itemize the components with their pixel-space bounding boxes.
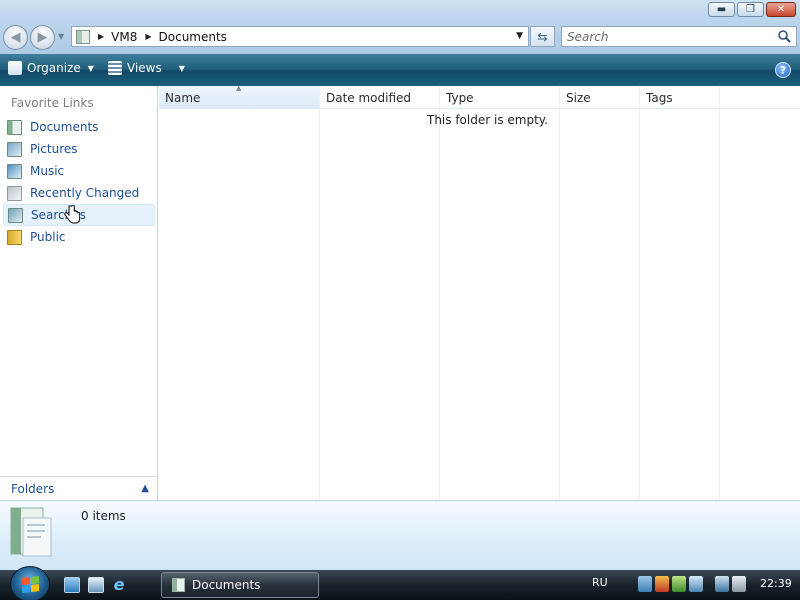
favorite-link-public[interactable]: Public (3, 226, 155, 248)
address-dropdown-icon[interactable]: ▼ (516, 31, 523, 41)
organize-icon (8, 61, 22, 75)
details-pane: 0 items (0, 500, 800, 570)
security-shield-icon[interactable] (655, 576, 669, 592)
column-tags: Tags (640, 86, 720, 500)
search-box[interactable] (561, 26, 797, 47)
breadcrumb-arrow-icon[interactable]: ▶ (145, 32, 151, 41)
breadcrumb-vm8[interactable]: VM8 (111, 30, 137, 44)
column-name: ▲ Name (159, 84, 320, 500)
file-list[interactable]: ▲ Name Date modified Type Size Tags This… (159, 84, 800, 500)
back-arrow-icon: ◀ (10, 30, 21, 45)
antivirus-icon[interactable] (672, 576, 686, 592)
help-button[interactable]: ? (775, 62, 791, 78)
close-button[interactable]: ✕ (766, 2, 796, 17)
back-button[interactable]: ◀ (3, 25, 28, 50)
folders-label: Folders (11, 481, 55, 496)
window-controls: ▬ ❐ ✕ (708, 2, 796, 17)
favorite-link-label: Pictures (30, 142, 78, 156)
pictures-icon (7, 141, 22, 157)
update-tray-icon[interactable] (689, 576, 703, 592)
folders-toggle[interactable]: Folders ▲ (0, 476, 157, 500)
address-row: ◀ ▶ ▼ ▶ VM8 ▶ Documents ▼ ⇆ (0, 20, 800, 54)
show-desktop-icon[interactable] (64, 577, 80, 593)
favorite-link-label: Public (30, 230, 66, 244)
language-indicator[interactable]: RU (592, 576, 608, 589)
switch-windows-icon[interactable] (88, 577, 104, 593)
search-icon[interactable] (777, 29, 792, 44)
documents-icon (172, 578, 185, 592)
column-date-modified: Date modified (320, 86, 440, 500)
windows-logo-icon (22, 576, 40, 594)
start-button[interactable] (10, 566, 50, 600)
public-folder-icon (7, 229, 22, 245)
favorite-link-pictures[interactable]: Pictures (3, 138, 155, 160)
favorite-link-label: Music (30, 164, 65, 178)
hand-cursor-icon (64, 205, 80, 224)
organize-button[interactable]: Organize ▼ (8, 61, 94, 75)
views-button[interactable]: Views ▼ (108, 61, 185, 75)
documents-icon (7, 119, 22, 135)
taskbar-button-label: Documents (192, 578, 261, 592)
favorite-links-list: Documents Pictures Music Recently Change… (3, 116, 155, 248)
chevron-down-icon: ▼ (178, 63, 185, 73)
breadcrumb-documents[interactable]: Documents (159, 30, 227, 44)
network-tray-icon[interactable] (638, 576, 652, 592)
clock[interactable]: 22:39 (760, 577, 792, 590)
column-type: Type (440, 86, 560, 500)
favorite-link-label: Recently Changed (30, 186, 140, 200)
column-header-row (159, 86, 800, 109)
column-size: Size (560, 86, 640, 500)
address-bar[interactable]: ▶ VM8 ▶ Documents ▼ (71, 26, 529, 47)
title-bar: ▬ ❐ ✕ (0, 0, 800, 20)
views-icon (108, 61, 122, 75)
command-bar: Organize ▼ Views ▼ ? (0, 54, 800, 86)
favorite-link-music[interactable]: Music (3, 160, 155, 182)
music-icon (7, 163, 22, 179)
item-count: 0 items (81, 509, 126, 523)
network-connection-icon[interactable] (715, 576, 729, 592)
favorite-links-heading: Favorite Links (11, 96, 94, 110)
chevron-up-icon: ▲ (141, 483, 149, 494)
volume-muted-icon[interactable] (732, 576, 746, 592)
system-tray (638, 576, 746, 592)
recently-changed-icon (7, 185, 22, 201)
search-input[interactable] (567, 29, 767, 44)
favorite-link-documents[interactable]: Documents (3, 116, 155, 138)
chevron-down-icon: ▼ (87, 63, 94, 73)
organize-label: Organize (27, 61, 81, 75)
forward-arrow-icon: ▶ (37, 30, 48, 45)
searches-icon (8, 207, 23, 223)
navigation-pane: Favorite Links Documents Pictures Music … (0, 86, 158, 500)
internet-explorer-icon[interactable]: e (111, 577, 127, 593)
breadcrumb-arrow-icon[interactable]: ▶ (98, 32, 104, 41)
recent-pages-dropdown[interactable]: ▼ (58, 32, 64, 41)
taskbar: e Documents RU 22:39 (0, 570, 800, 600)
minimize-button[interactable]: ▬ (708, 2, 735, 17)
favorite-link-recently-changed[interactable]: Recently Changed (3, 182, 155, 204)
empty-folder-message: This folder is empty. (427, 113, 548, 127)
refresh-icon: ⇆ (537, 29, 548, 44)
views-label: Views (127, 61, 162, 75)
favorite-link-label: Documents (30, 120, 99, 134)
forward-button[interactable]: ▶ (30, 25, 55, 50)
taskbar-button-documents[interactable]: Documents (161, 572, 319, 598)
computer-folder-icon (76, 29, 90, 44)
maximize-button[interactable]: ❐ (737, 2, 764, 17)
refresh-button[interactable]: ⇆ (530, 26, 555, 47)
documents-folder-icon (10, 507, 52, 557)
